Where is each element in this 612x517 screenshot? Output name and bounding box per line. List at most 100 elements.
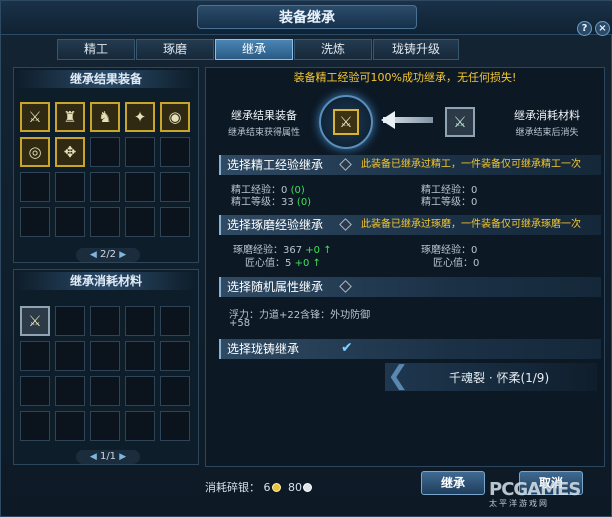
inventory-slot[interactable]: [90, 306, 120, 336]
help-icon[interactable]: ?: [577, 21, 592, 36]
inventory-slot[interactable]: [20, 172, 50, 202]
material-panel: 继承消耗材料 ⚔ ◀ 1/1 ▶: [13, 269, 199, 465]
inventory-slot[interactable]: ♜: [55, 102, 85, 132]
inventory-slot[interactable]: [20, 207, 50, 237]
inventory-slot[interactable]: [55, 411, 85, 441]
inventory-slot[interactable]: [90, 207, 120, 237]
inventory-slot[interactable]: ✥: [55, 137, 85, 167]
result-equipment-header: 继承结果装备: [16, 70, 196, 88]
material-grid: ⚔: [20, 306, 190, 441]
refine-right-row: 精工等级：0: [421, 197, 478, 208]
inventory-slot[interactable]: [55, 207, 85, 237]
inventory-slot[interactable]: [160, 411, 190, 441]
inventory-slot[interactable]: ✦: [125, 102, 155, 132]
random-attr-section[interactable]: 选择随机属性继承: [219, 277, 601, 297]
cost-row: 消耗碎银： 6 80: [205, 479, 312, 495]
tab-polish[interactable]: 琢磨: [136, 39, 214, 60]
gauntlet-icon: ✥: [63, 143, 77, 161]
polish-right-row: 匠心值：0: [433, 258, 480, 269]
next-page-icon[interactable]: ▶: [119, 250, 126, 260]
material-slot-title: 继承消耗材料: [514, 109, 580, 122]
material-slot-subtitle: 继承结束后消失: [515, 128, 579, 138]
inherit-notice: 装备精工经验可100%成功继承，无任何损失!: [293, 71, 517, 84]
inventory-slot[interactable]: [125, 411, 155, 441]
silver-coin-icon: [303, 483, 312, 492]
inventory-slot[interactable]: [125, 137, 155, 167]
tab-inherit[interactable]: 继承: [215, 39, 293, 60]
window-title: 装备继承: [197, 5, 417, 29]
inventory-slot[interactable]: [20, 411, 50, 441]
random-attr-checkbox[interactable]: [339, 280, 352, 293]
inventory-slot[interactable]: ◉: [160, 102, 190, 132]
cost-label: 消耗碎银：: [205, 481, 260, 494]
cost-gold: 6: [263, 481, 271, 494]
casting-inherit-label: 选择珑铸继承: [227, 342, 300, 356]
inventory-slot[interactable]: [90, 172, 120, 202]
refine-inherit-label: 选择精工经验继承: [227, 158, 324, 172]
claw-icon: ✦: [133, 108, 147, 126]
inventory-slot[interactable]: [125, 306, 155, 336]
check-icon[interactable]: ✔: [341, 340, 353, 356]
inventory-slot[interactable]: [160, 376, 190, 406]
inventory-slot[interactable]: [160, 137, 190, 167]
inventory-slot[interactable]: [125, 172, 155, 202]
refine-note: 此装备已继承过精工，一件装备仅可继承精工一次: [361, 159, 581, 170]
refine-checkbox[interactable]: [339, 158, 352, 171]
bracer-icon: ⚔: [28, 108, 42, 126]
tab-bar: 精工 琢磨 继承 洗炼 珑铸升级: [57, 39, 460, 60]
casting-inherit-section[interactable]: 选择珑铸继承 ✔: [219, 339, 601, 359]
inventory-slot[interactable]: ♞: [90, 102, 120, 132]
ring-icon: ◉: [168, 108, 182, 126]
result-slot-subtitle: 继承结束获得属性: [227, 128, 300, 138]
prev-page-icon[interactable]: ◀: [90, 452, 97, 462]
robe-icon: ♜: [63, 108, 77, 126]
inventory-slot[interactable]: ⚔: [20, 306, 50, 336]
polish-checkbox[interactable]: [339, 218, 352, 231]
tab-refine[interactable]: 精工: [57, 39, 135, 60]
tab-casting-upgrade[interactable]: 珑铸升级: [373, 39, 459, 60]
inventory-slot[interactable]: [90, 137, 120, 167]
prev-page-icon[interactable]: ◀: [90, 250, 97, 260]
result-slot-label: 继承结果装备 继承结束获得属性: [219, 107, 309, 138]
watermark-brand: PCGAMES: [489, 479, 581, 500]
inventory-slot[interactable]: [90, 411, 120, 441]
next-page-icon[interactable]: ▶: [119, 452, 126, 462]
material-slot-label: 继承消耗材料 继承结束后消失: [499, 107, 595, 138]
inventory-slot[interactable]: ◎: [20, 137, 50, 167]
refine-left-row: 精工等级：33 (0): [231, 197, 312, 208]
random-attr-line: +58: [229, 318, 251, 329]
polish-note: 此装备已继承过琢磨，一件装备仅可继承琢磨一次: [361, 219, 581, 230]
refine-inherit-section[interactable]: 选择精工经验继承 此装备已继承过精工，一件装备仅可继承精工一次: [219, 155, 601, 175]
polish-inherit-label: 选择琢磨经验继承: [227, 218, 324, 232]
close-icon[interactable]: ×: [595, 21, 610, 36]
random-attr-label: 选择随机属性继承: [227, 280, 324, 294]
inherit-button[interactable]: 继承: [421, 471, 485, 495]
inventory-slot[interactable]: [55, 376, 85, 406]
chevron-left-icon: ❮: [387, 361, 409, 391]
inventory-slot[interactable]: [90, 341, 120, 371]
inventory-slot[interactable]: [125, 207, 155, 237]
inventory-slot[interactable]: [90, 376, 120, 406]
title-bar: 装备继承 ? ×: [1, 1, 612, 36]
inventory-slot[interactable]: [160, 207, 190, 237]
result-slot-frame[interactable]: ⚔: [319, 95, 373, 149]
inventory-slot[interactable]: [55, 341, 85, 371]
tab-wash[interactable]: 洗炼: [294, 39, 372, 60]
inventory-slot[interactable]: [55, 306, 85, 336]
material-slot-item[interactable]: ⚔: [445, 107, 475, 137]
inventory-slot[interactable]: [160, 306, 190, 336]
polish-inherit-section[interactable]: 选择琢磨经验继承 此装备已继承过琢磨，一件装备仅可继承琢磨一次: [219, 215, 601, 235]
result-pager: ◀ 2/2 ▶: [76, 248, 140, 262]
arrow-head-icon: [381, 111, 395, 129]
inventory-slot[interactable]: [55, 172, 85, 202]
gold-coin-icon: [271, 483, 281, 492]
inventory-slot[interactable]: [125, 376, 155, 406]
inventory-slot[interactable]: [20, 341, 50, 371]
watermark: PCGAMES 太平洋游戏网: [489, 479, 581, 509]
bracer-icon: ⚔: [333, 109, 359, 135]
inventory-slot[interactable]: [20, 376, 50, 406]
inventory-slot[interactable]: [160, 341, 190, 371]
inventory-slot[interactable]: ⚔: [20, 102, 50, 132]
inventory-slot[interactable]: [125, 341, 155, 371]
inventory-slot[interactable]: [160, 172, 190, 202]
